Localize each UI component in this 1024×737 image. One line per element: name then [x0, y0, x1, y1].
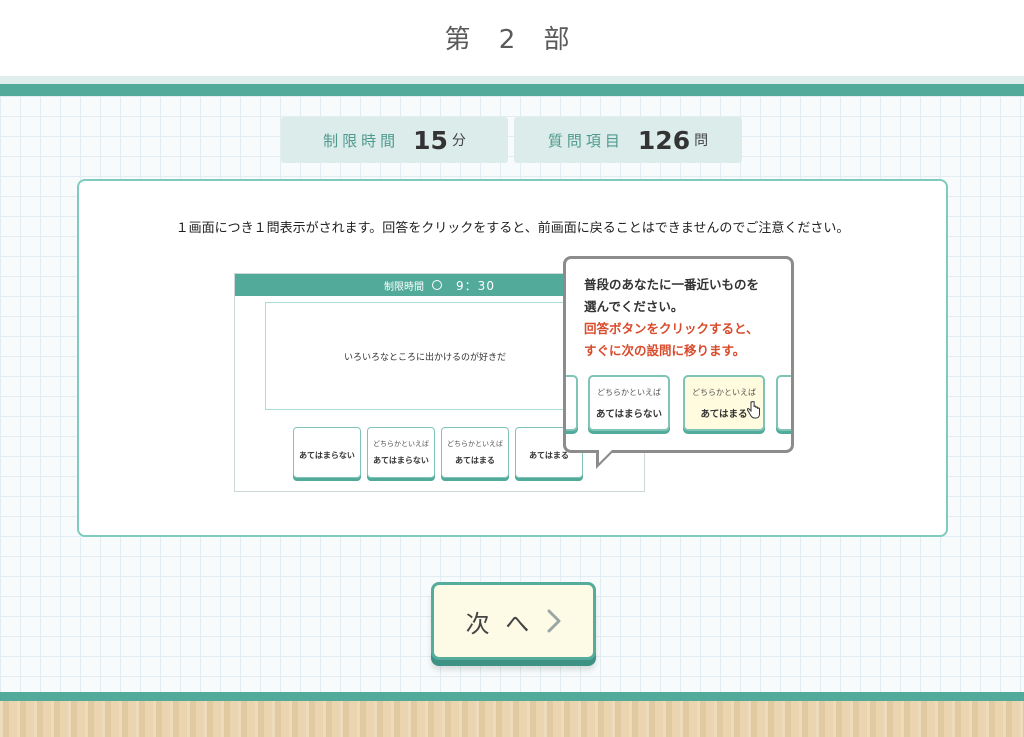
bubble-button-partial: [566, 375, 578, 431]
chevron-right-icon: [547, 609, 561, 633]
clock-icon: [432, 280, 443, 290]
question-count-value: 126: [637, 125, 691, 155]
bubble-answer-label: あてはまる: [700, 408, 748, 420]
footer-divider-teal: [0, 692, 1024, 701]
demo-answer-button: どちらかといえば あてはまらない: [367, 427, 435, 478]
bubble-answer-sub: どちらかといえば: [597, 387, 661, 397]
page-title: 第 2 部: [444, 25, 580, 55]
question-count-box: 質問項目 126 問: [514, 117, 742, 163]
header-divider-teal: [0, 84, 1024, 96]
demo-answer-label: あてはまる: [529, 451, 569, 460]
demo-answer-row: あてはまらない どちらかといえば あてはまらない どちらかといえば あてはまる …: [293, 427, 583, 478]
time-limit-value: 15: [413, 125, 448, 155]
next-button[interactable]: 次 へ: [431, 582, 596, 660]
demo-question: いろいろなところに出かけるのが好きだ: [265, 302, 585, 410]
demo-answer-sub: どちらかといえば: [373, 440, 429, 448]
instruction-panel: １画面につき１問表示がされます。回答をクリックをすると、前画面に戻ることはできま…: [77, 179, 948, 537]
question-count-unit: 問: [694, 133, 709, 149]
demo-answer-label: あてはまらない: [299, 451, 355, 460]
demo-timer-value: 9：30: [456, 278, 495, 293]
bubble-answer-sub: どちらかといえば: [692, 387, 756, 397]
time-limit-unit: 分: [451, 133, 466, 149]
next-button-label: 次 へ: [465, 609, 534, 638]
demo-answer-button: あてはまらない: [293, 427, 361, 478]
bubble-answer-label: あてはまらない: [595, 408, 663, 420]
bubble-line: 選んでください。: [584, 299, 684, 314]
demo-answer-label: あてはまる: [455, 456, 495, 465]
time-limit-box: 制限時間 15 分: [281, 117, 508, 163]
bubble-line: 普段のあなたに一番近いものを: [584, 277, 760, 292]
header: 第 2 部: [0, 0, 1024, 76]
hint-bubble: 普段のあなたに一番近いものを 選んでください。 回答ボタンをクリックすると、 す…: [563, 256, 794, 469]
hand-cursor-icon: [747, 401, 760, 419]
bubble-answer-button-highlighted: どちらかといえば あてはまる: [683, 375, 765, 431]
demo-answer-sub: どちらかといえば: [447, 440, 503, 448]
bubble-warning-line: すぐに次の設問に移ります。: [584, 343, 746, 358]
instruction-text: １画面につき１問表示がされます。回答をクリックをすると、前画面に戻ることはできま…: [175, 221, 850, 236]
wood-floor: [0, 701, 1024, 737]
bubble-button-row: どちらかといえば あてはまらない どちらかといえば あてはまる: [566, 373, 791, 435]
time-limit-label: 制限時間: [323, 131, 400, 150]
demo-timer-label: 制限時間: [384, 281, 425, 293]
demo-answer-button: どちらかといえば あてはまる: [441, 427, 509, 478]
bubble-button-partial: [776, 375, 791, 431]
bubble-tail-inner: [599, 450, 612, 463]
demo-answer-label: あてはまらない: [373, 456, 429, 465]
header-divider-light: [0, 76, 1024, 84]
bubble-answer-button: どちらかといえば あてはまらない: [588, 375, 670, 431]
bubble-text: 普段のあなたに一番近いものを 選んでください。 回答ボタンをクリックすると、 す…: [584, 274, 759, 362]
question-count-label: 質問項目: [547, 131, 624, 150]
bubble-warning-line: 回答ボタンをクリックすると、: [584, 321, 759, 336]
